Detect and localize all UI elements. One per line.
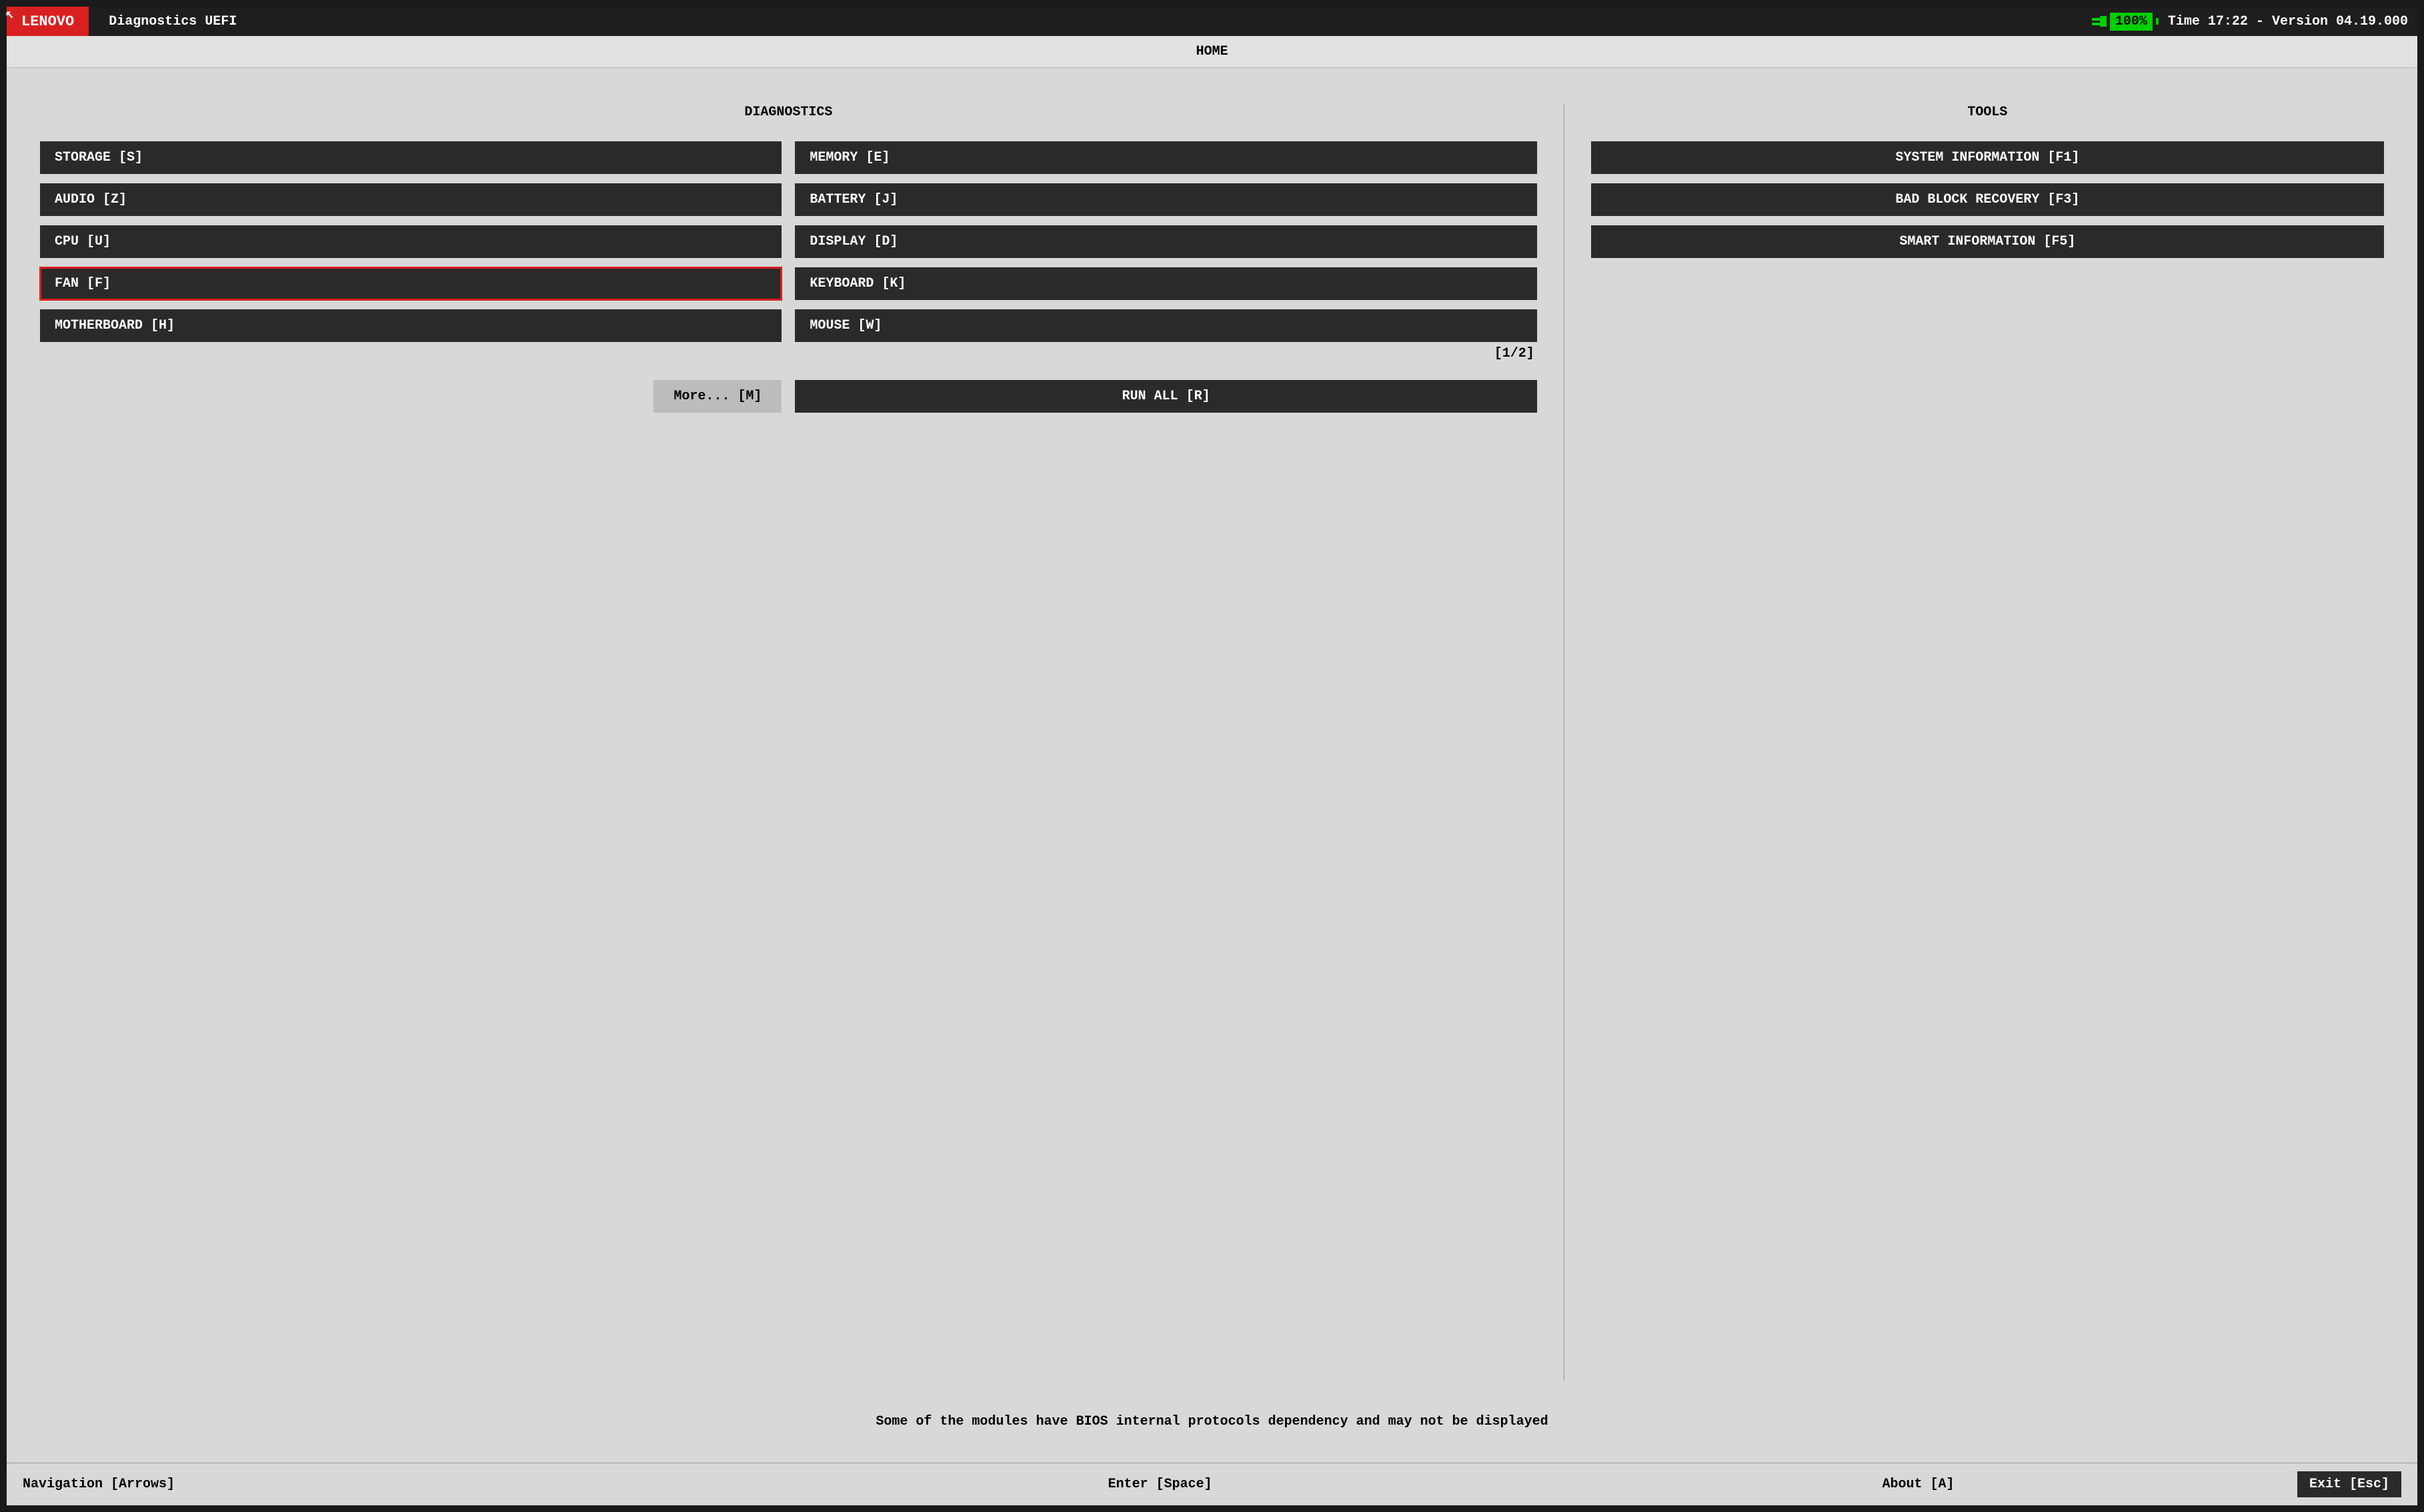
header-bar: LENOVO Diagnostics UEFI 100% Time 17:22 … [7, 7, 2417, 36]
tools-title: TOOLS [1591, 105, 2384, 120]
diag-motherboard-button[interactable]: MOTHERBOARD [H] [40, 309, 782, 342]
brand-logo: LENOVO [7, 7, 89, 36]
diag-mouse-button[interactable]: MOUSE [W] [795, 309, 1536, 342]
diag-storage-button[interactable]: STORAGE [S] [40, 141, 782, 174]
battery-percent: 100% [2110, 13, 2153, 31]
battery-status: 100% [2092, 13, 2168, 31]
diagnostics-grid: STORAGE [S] MEMORY [E] AUDIO [Z] BATTERY… [40, 141, 1537, 342]
app-title: Diagnostics UEFI [89, 14, 2092, 29]
main-content: DIAGNOSTICS STORAGE [S] MEMORY [E] AUDIO… [7, 68, 2417, 1394]
diag-fan-button[interactable]: FAN [F] [40, 267, 782, 300]
diag-memory-button[interactable]: MEMORY [E] [795, 141, 1536, 174]
diagnostics-actions: More... [M] RUN ALL [R] [40, 380, 1537, 413]
power-plug-icon [2092, 16, 2107, 27]
tools-panel: TOOLS SYSTEM INFORMATION [F1] BAD BLOCK … [1564, 105, 2384, 1381]
tool-bad-block-recovery-button[interactable]: BAD BLOCK RECOVERY [F3] [1591, 183, 2384, 216]
diagnostics-title: DIAGNOSTICS [40, 105, 1537, 120]
screen: LENOVO Diagnostics UEFI 100% Time 17:22 … [0, 0, 2424, 1512]
diag-cpu-button[interactable]: CPU [U] [40, 225, 782, 258]
battery-tip-icon [2156, 18, 2159, 25]
run-all-button[interactable]: RUN ALL [R] [795, 380, 1536, 413]
time-version-text: Time 17:22 - Version 04.19.000 [2168, 14, 2417, 29]
more-button[interactable]: More... [M] [654, 380, 782, 413]
diag-display-button[interactable]: DISPLAY [D] [795, 225, 1536, 258]
tool-smart-information-button[interactable]: SMART INFORMATION [F5] [1591, 225, 2384, 258]
diag-keyboard-button[interactable]: KEYBOARD [K] [795, 267, 1536, 300]
diag-battery-button[interactable]: BATTERY [J] [795, 183, 1536, 216]
exit-button[interactable]: Exit [Esc] [2297, 1471, 2401, 1497]
footer-about-hint: About [A] [1539, 1477, 2297, 1492]
diagnostics-panel: DIAGNOSTICS STORAGE [S] MEMORY [E] AUDIO… [40, 105, 1564, 1381]
breadcrumb-home: HOME [7, 36, 2417, 68]
footer-enter-hint: Enter [Space] [781, 1477, 1539, 1492]
diag-audio-button[interactable]: AUDIO [Z] [40, 183, 782, 216]
footer-bar: Navigation [Arrows] Enter [Space] About … [7, 1463, 2417, 1505]
tool-system-information-button[interactable]: SYSTEM INFORMATION [F1] [1591, 141, 2384, 174]
footer-navigation-hint: Navigation [Arrows] [23, 1477, 781, 1492]
page-indicator: [1/2] [40, 346, 1537, 361]
tools-list: SYSTEM INFORMATION [F1] BAD BLOCK RECOVE… [1591, 141, 2384, 258]
info-message: Some of the modules have BIOS internal p… [7, 1394, 2417, 1463]
